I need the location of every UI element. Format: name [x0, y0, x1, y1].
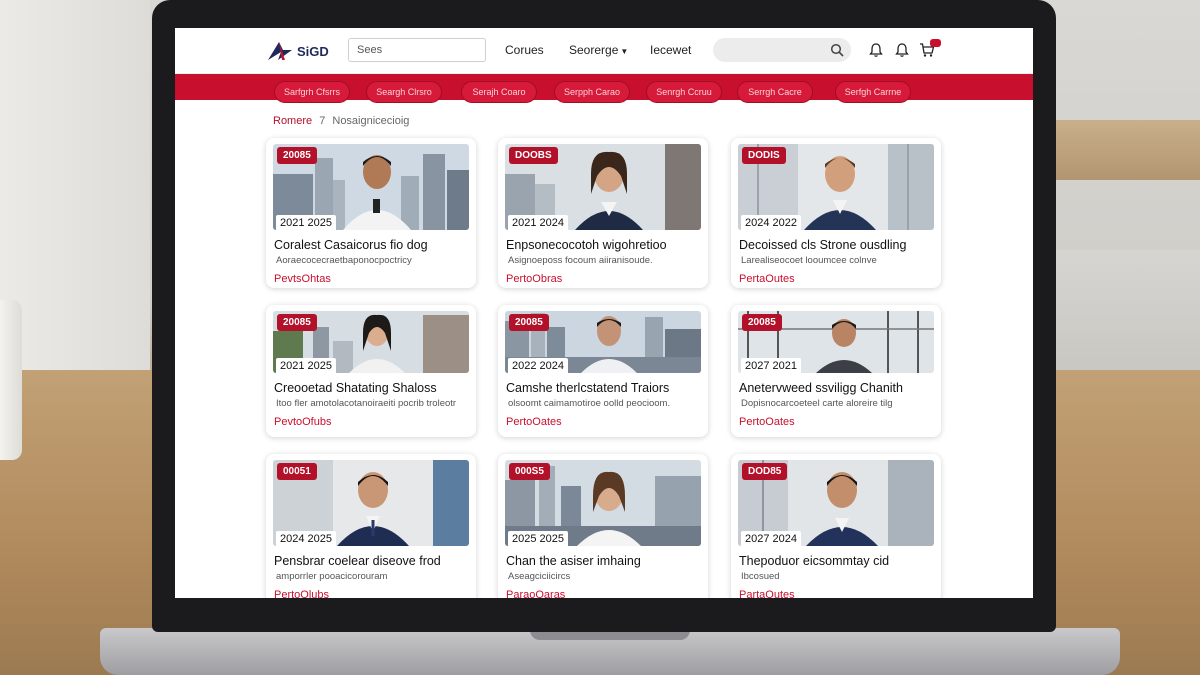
card-link[interactable]: PertoOates: [739, 416, 941, 428]
card-subtitle: amporrler pooacicorouram: [276, 571, 388, 582]
course-card[interactable]: 00051 2024 2025 Pensbrar coelear diseove…: [266, 454, 476, 598]
card-link[interactable]: PertoObras: [506, 273, 708, 285]
card-years: 2024 2022: [741, 215, 801, 230]
category-pill[interactable]: Serajh Coaro: [461, 81, 537, 103]
course-card[interactable]: 000S5 2025 2025 Chan the asiser imhaing …: [498, 454, 708, 598]
background-shelf: [1050, 120, 1200, 180]
logo-mark-icon: [268, 42, 292, 60]
card-tag: 000S5: [509, 463, 550, 480]
caret-down-icon: ▼: [620, 47, 629, 56]
course-card[interactable]: DOD85 2027 2024 Thepoduor eicsommtay cid…: [731, 454, 941, 598]
site-header: SiGD Corues Seorerge▼ Iecewet: [175, 28, 1033, 74]
card-title[interactable]: Decoissed cls Strone ousdling: [739, 238, 941, 252]
card-title[interactable]: Camshe therlcstatend Traiors: [506, 381, 708, 395]
card-tag: DODIS: [742, 147, 786, 164]
category-pill[interactable]: Senrgh Ccruu: [646, 81, 722, 103]
course-card[interactable]: 20085 2027 2021 Anetervweed ssviligg Cha…: [731, 305, 941, 437]
card-tag: 20085: [277, 147, 317, 164]
breadcrumb: Romere 7 Nosaignicecioig: [273, 115, 409, 127]
category-pill[interactable]: Seargh Clrsro: [366, 81, 442, 103]
background-wall: [0, 0, 150, 380]
breadcrumb-separator: 7: [319, 115, 326, 127]
bell-icon[interactable]: [868, 42, 884, 58]
site-logo[interactable]: SiGD: [267, 40, 329, 62]
card-subtitle: Ibcosued: [741, 571, 780, 582]
card-subtitle: Aoraecocecraetbaponocpoctricy: [276, 255, 412, 266]
category-pill[interactable]: Serfgh Carrne: [835, 81, 911, 103]
card-years: 2021 2025: [276, 358, 336, 373]
laptop-base: [100, 628, 1120, 675]
nav-dropdown-label: Seorerge: [569, 43, 619, 57]
site-search-input[interactable]: [348, 38, 486, 62]
search-icon[interactable]: [830, 43, 844, 57]
card-thumbnail: 20085 2021 2025: [273, 311, 469, 373]
card-years: 2022 2024: [508, 358, 568, 373]
card-title[interactable]: Chan the asiser imhaing: [506, 554, 708, 568]
card-years: 2025 2025: [508, 531, 568, 546]
card-thumbnail: 00051 2024 2025: [273, 460, 469, 546]
card-title[interactable]: Coralest Casaicorus fio dog: [274, 238, 476, 252]
cart-badge: [930, 39, 941, 47]
card-subtitle: Dopisnocarcoeteel carte aloreire tilg: [741, 398, 893, 409]
card-tag: 00051: [277, 463, 317, 480]
course-card[interactable]: DODIS 2024 2022 Decoissed cls Strone ous…: [731, 138, 941, 288]
card-subtitle: olsoomt caimamotiroe oolld peocioom.: [508, 398, 671, 409]
card-link[interactable]: PertaOutes: [739, 273, 941, 285]
card-link[interactable]: ParaoOaras: [506, 589, 708, 598]
card-tag: 20085: [742, 314, 782, 331]
card-years: 2027 2021: [741, 358, 801, 373]
card-title[interactable]: Creooetad Shatating Shaloss: [274, 381, 476, 395]
nav-link-courses[interactable]: Corues: [505, 43, 544, 57]
card-title[interactable]: Anetervweed ssviligg Chanith: [739, 381, 941, 395]
card-years: 2021 2025: [276, 215, 336, 230]
card-years: 2021 2024: [508, 215, 568, 230]
card-thumbnail: DOD85 2027 2024: [738, 460, 934, 546]
card-years: 2024 2025: [276, 531, 336, 546]
category-pill[interactable]: Sarfgrh Cfsrrs: [274, 81, 350, 103]
card-thumbnail: 20085 2022 2024: [505, 311, 701, 373]
card-tag: DOOBS: [509, 147, 558, 164]
card-tag: DOD85: [742, 463, 788, 480]
card-thumbnail: 20085 2027 2021: [738, 311, 934, 373]
logo-text: SiGD: [297, 43, 329, 59]
card-subtitle: Aseagciciicircs: [508, 571, 571, 582]
card-thumbnail: 000S5 2025 2025: [505, 460, 701, 546]
card-link[interactable]: PevtsOhtas: [274, 273, 476, 285]
nav-dropdown-seorerge[interactable]: Seorerge ▼: [569, 43, 628, 57]
card-title[interactable]: Thepoduor eicsommtay cid: [739, 554, 941, 568]
card-thumbnail: 20085 2021 2025: [273, 144, 469, 230]
card-thumbnail: DODIS 2024 2022: [738, 144, 934, 230]
category-pill[interactable]: Serrgh Cacre: [737, 81, 813, 103]
card-link[interactable]: PevtoOfubs: [274, 416, 476, 428]
mug: [0, 300, 22, 460]
card-title[interactable]: Enpsonecocotoh wigohretioo: [506, 238, 708, 252]
card-subtitle: Larealiseocoet looumcee colnve: [741, 255, 877, 266]
card-link[interactable]: PartaOutes: [739, 589, 941, 598]
card-link[interactable]: PertoOlubs: [274, 589, 476, 598]
browser-screen: SiGD Corues Seorerge▼ Iecewet Sarfgrh Cf…: [175, 28, 1033, 598]
card-years: 2027 2024: [741, 531, 801, 546]
category-pill[interactable]: Serpph Carao: [554, 81, 630, 103]
card-tag: 20085: [509, 314, 549, 331]
card-thumbnail: DOOBS 2021 2024: [505, 144, 701, 230]
course-card[interactable]: 20085 2021 2025 Coralest Casaicorus fio …: [266, 138, 476, 288]
breadcrumb-current: Nosaignicecioig: [332, 115, 410, 127]
card-subtitle: Itoo fler amotolacotanoiraeiti pocrib tr…: [276, 398, 457, 409]
card-title[interactable]: Pensbrar coelear diseove frod: [274, 554, 476, 568]
notification-icon[interactable]: [894, 42, 910, 58]
course-card[interactable]: DOOBS 2021 2024 Enpsonecocotoh wigohreti…: [498, 138, 708, 288]
card-subtitle: Asignoeposs focoum aiiranisoude.: [508, 255, 653, 266]
breadcrumb-home[interactable]: Romere: [273, 115, 312, 127]
card-tag: 20085: [277, 314, 317, 331]
course-card[interactable]: 20085 2022 2024 Camshe therlcstatend Tra…: [498, 305, 708, 437]
course-card[interactable]: 20085 2021 2025 Creooetad Shatating Shal…: [266, 305, 476, 437]
background-cabinet: [1050, 250, 1200, 370]
nav-link-iecewet[interactable]: Iecewet: [650, 43, 691, 57]
card-link[interactable]: PertoOates: [506, 416, 708, 428]
